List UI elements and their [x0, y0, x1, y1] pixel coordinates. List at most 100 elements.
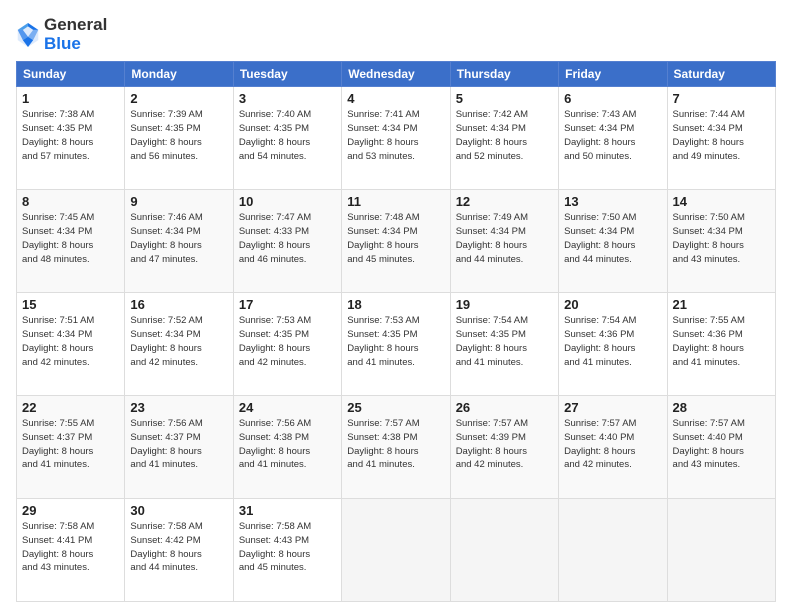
cell-info: Sunrise: 7:39 AMSunset: 4:35 PMDaylight:… [130, 108, 227, 163]
day-number: 23 [130, 400, 227, 415]
calendar-cell: 29 Sunrise: 7:58 AMSunset: 4:41 PMDayligh… [17, 499, 125, 602]
logo-text: General Blue [44, 16, 107, 53]
calendar-cell: 30Sunrise: 7:58 AMSunset: 4:42 PMDayligh… [125, 499, 233, 602]
day-number: 6 [564, 91, 661, 106]
day-number: 15 [22, 297, 119, 312]
calendar-day-header: Friday [559, 62, 667, 87]
day-number: 19 [456, 297, 553, 312]
day-number: 26 [456, 400, 553, 415]
day-number: 3 [239, 91, 336, 106]
calendar-cell: 19 Sunrise: 7:54 AMSunset: 4:35 PMDayligh… [450, 293, 558, 396]
day-number: 22 [22, 400, 119, 415]
day-number: 20 [564, 297, 661, 312]
cell-info: Sunrise: 7:58 AMSunset: 4:42 PMDaylight:… [130, 520, 227, 575]
calendar-cell: 6Sunrise: 7:43 AMSunset: 4:34 PMDaylight… [559, 87, 667, 190]
calendar-cell: 8 Sunrise: 7:45 AMSunset: 4:34 PMDaylight… [17, 190, 125, 293]
cell-info: Sunrise: 7:41 AMSunset: 4:34 PMDaylight:… [347, 108, 444, 163]
calendar-cell: 3 Sunrise: 7:40 AMSunset: 4:35 PMDaylight… [233, 87, 341, 190]
cell-info: Sunrise: 7:56 AMSunset: 4:37 PMDaylight:… [130, 417, 227, 472]
day-number: 12 [456, 194, 553, 209]
calendar-cell: 28Sunrise: 7:57 AMSunset: 4:40 PMDayligh… [667, 396, 775, 499]
cell-info: Sunrise: 7:48 AMSunset: 4:34 PMDaylight:… [347, 211, 444, 266]
calendar-cell: 16 Sunrise: 7:52 AMSunset: 4:34 PMDayligh… [125, 293, 233, 396]
day-number: 18 [347, 297, 444, 312]
cell-info: Sunrise: 7:40 AMSunset: 4:35 PMDaylight:… [239, 108, 336, 163]
day-number: 16 [130, 297, 227, 312]
calendar-cell: 31 Sunrise: 7:58 AMSunset: 4:43 PMDayligh… [233, 499, 341, 602]
cell-info: Sunrise: 7:42 AMSunset: 4:34 PMDaylight:… [456, 108, 553, 163]
calendar-cell: 11 Sunrise: 7:48 AMSunset: 4:34 PMDayligh… [342, 190, 450, 293]
cell-info: Sunrise: 7:46 AMSunset: 4:34 PMDaylight:… [130, 211, 227, 266]
cell-info: Sunrise: 7:57 AMSunset: 4:40 PMDaylight:… [564, 417, 661, 472]
cell-info: Sunrise: 7:58 AMSunset: 4:41 PMDaylight:… [22, 520, 119, 575]
calendar-cell: 17 Sunrise: 7:53 AMSunset: 4:35 PMDayligh… [233, 293, 341, 396]
day-number: 11 [347, 194, 444, 209]
calendar-cell: 21 Sunrise: 7:55 AMSunset: 4:36 PMDayligh… [667, 293, 775, 396]
calendar-cell: 10Sunrise: 7:47 AMSunset: 4:33 PMDayligh… [233, 190, 341, 293]
day-number: 13 [564, 194, 661, 209]
calendar-cell: 23 Sunrise: 7:56 AMSunset: 4:37 PMDayligh… [125, 396, 233, 499]
cell-info: Sunrise: 7:57 AMSunset: 4:39 PMDaylight:… [456, 417, 553, 472]
calendar-header-row: SundayMondayTuesdayWednesdayThursdayFrid… [17, 62, 776, 87]
cell-info: Sunrise: 7:52 AMSunset: 4:34 PMDaylight:… [130, 314, 227, 369]
header: General Blue [16, 16, 776, 53]
calendar-cell: 9 Sunrise: 7:46 AMSunset: 4:34 PMDaylight… [125, 190, 233, 293]
calendar-cell: 15 Sunrise: 7:51 AMSunset: 4:34 PMDayligh… [17, 293, 125, 396]
calendar-week-row: 22 Sunrise: 7:55 AMSunset: 4:37 PMDayligh… [17, 396, 776, 499]
cell-info: Sunrise: 7:53 AMSunset: 4:35 PMDaylight:… [239, 314, 336, 369]
cell-info: Sunrise: 7:51 AMSunset: 4:34 PMDaylight:… [22, 314, 119, 369]
day-number: 9 [130, 194, 227, 209]
calendar-cell [559, 499, 667, 602]
day-number: 8 [22, 194, 119, 209]
day-number: 24 [239, 400, 336, 415]
cell-info: Sunrise: 7:55 AMSunset: 4:37 PMDaylight:… [22, 417, 119, 472]
cell-info: Sunrise: 7:57 AMSunset: 4:38 PMDaylight:… [347, 417, 444, 472]
calendar-cell: 12Sunrise: 7:49 AMSunset: 4:34 PMDayligh… [450, 190, 558, 293]
calendar-week-row: 1 Sunrise: 7:38 AMSunset: 4:35 PMDaylight… [17, 87, 776, 190]
cell-info: Sunrise: 7:54 AMSunset: 4:36 PMDaylight:… [564, 314, 661, 369]
day-number: 2 [130, 91, 227, 106]
calendar-week-row: 8 Sunrise: 7:45 AMSunset: 4:34 PMDaylight… [17, 190, 776, 293]
page: General Blue SundayMondayTuesdayWednesda… [0, 0, 792, 612]
calendar-week-row: 29 Sunrise: 7:58 AMSunset: 4:41 PMDayligh… [17, 499, 776, 602]
day-number: 17 [239, 297, 336, 312]
calendar-cell [667, 499, 775, 602]
calendar-cell: 4 Sunrise: 7:41 AMSunset: 4:34 PMDaylight… [342, 87, 450, 190]
day-number: 31 [239, 503, 336, 518]
calendar-cell: 24 Sunrise: 7:56 AMSunset: 4:38 PMDayligh… [233, 396, 341, 499]
calendar-day-header: Wednesday [342, 62, 450, 87]
calendar-cell [342, 499, 450, 602]
day-number: 25 [347, 400, 444, 415]
calendar-cell: 18 Sunrise: 7:53 AMSunset: 4:35 PMDayligh… [342, 293, 450, 396]
day-number: 10 [239, 194, 336, 209]
cell-info: Sunrise: 7:53 AMSunset: 4:35 PMDaylight:… [347, 314, 444, 369]
calendar-cell: 1 Sunrise: 7:38 AMSunset: 4:35 PMDaylight… [17, 87, 125, 190]
calendar-day-header: Tuesday [233, 62, 341, 87]
day-number: 4 [347, 91, 444, 106]
calendar-cell: 20 Sunrise: 7:54 AMSunset: 4:36 PMDayligh… [559, 293, 667, 396]
cell-info: Sunrise: 7:55 AMSunset: 4:36 PMDaylight:… [673, 314, 770, 369]
cell-info: Sunrise: 7:44 AMSunset: 4:34 PMDaylight:… [673, 108, 770, 163]
calendar-day-header: Monday [125, 62, 233, 87]
calendar-cell: 5 Sunrise: 7:42 AMSunset: 4:34 PMDaylight… [450, 87, 558, 190]
cell-info: Sunrise: 7:54 AMSunset: 4:35 PMDaylight:… [456, 314, 553, 369]
cell-info: Sunrise: 7:57 AMSunset: 4:40 PMDaylight:… [673, 417, 770, 472]
cell-info: Sunrise: 7:58 AMSunset: 4:43 PMDaylight:… [239, 520, 336, 575]
calendar-cell: 22 Sunrise: 7:55 AMSunset: 4:37 PMDayligh… [17, 396, 125, 499]
day-number: 5 [456, 91, 553, 106]
logo-icon [16, 21, 40, 49]
cell-info: Sunrise: 7:56 AMSunset: 4:38 PMDaylight:… [239, 417, 336, 472]
cell-info: Sunrise: 7:50 AMSunset: 4:34 PMDaylight:… [673, 211, 770, 266]
calendar-cell: 2 Sunrise: 7:39 AMSunset: 4:35 PMDaylight… [125, 87, 233, 190]
cell-info: Sunrise: 7:38 AMSunset: 4:35 PMDaylight:… [22, 108, 119, 163]
calendar-day-header: Sunday [17, 62, 125, 87]
day-number: 29 [22, 503, 119, 518]
day-number: 21 [673, 297, 770, 312]
calendar-day-header: Thursday [450, 62, 558, 87]
cell-info: Sunrise: 7:50 AMSunset: 4:34 PMDaylight:… [564, 211, 661, 266]
day-number: 14 [673, 194, 770, 209]
calendar-cell: 26 Sunrise: 7:57 AMSunset: 4:39 PMDayligh… [450, 396, 558, 499]
calendar-cell: 27Sunrise: 7:57 AMSunset: 4:40 PMDayligh… [559, 396, 667, 499]
day-number: 1 [22, 91, 119, 106]
cell-info: Sunrise: 7:45 AMSunset: 4:34 PMDaylight:… [22, 211, 119, 266]
